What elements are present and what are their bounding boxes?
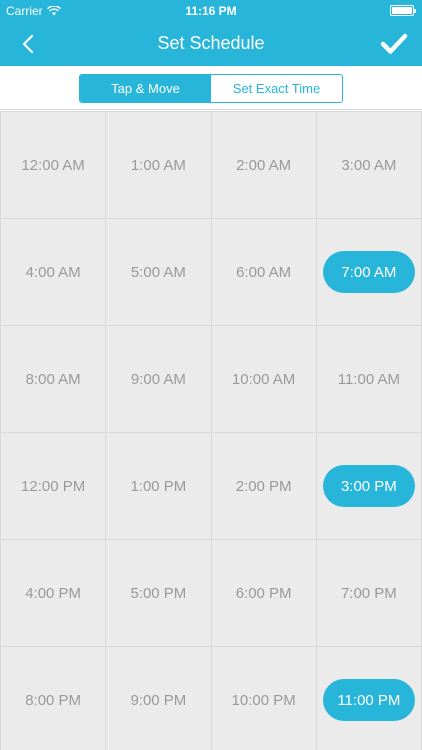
time-slot-label: 6:00 AM (236, 263, 292, 281)
time-slot-label: 1:00 AM (130, 156, 186, 174)
time-slot-label: 5:00 PM (130, 584, 187, 602)
time-slot[interactable]: 8:00 PM (1, 647, 106, 750)
time-slot[interactable]: 7:00 AM (316, 219, 421, 325)
time-slot[interactable]: 4:00 PM (1, 540, 106, 646)
tab-set-exact-time[interactable]: Set Exact Time (211, 75, 342, 102)
time-slot-label: 1:00 PM (130, 477, 187, 495)
time-slot[interactable]: 12:00 PM (1, 433, 106, 539)
time-slot[interactable]: 8:00 AM (1, 326, 106, 432)
time-slot-label: 10:00 PM (231, 691, 296, 709)
time-slot-label: 5:00 AM (130, 263, 186, 281)
time-slot[interactable]: 12:00 AM (1, 112, 106, 218)
mode-selector-bar: Tap & Move Set Exact Time (0, 66, 422, 110)
time-slot-label: 12:00 AM (21, 156, 85, 174)
time-slot[interactable]: 9:00 AM (106, 326, 211, 432)
time-slot[interactable]: 10:00 PM (211, 647, 316, 750)
time-slot[interactable]: 9:00 PM (106, 647, 211, 750)
time-slot-label-selected: 3:00 PM (322, 465, 415, 507)
time-slot-label: 4:00 AM (25, 263, 81, 281)
time-slot-label: 9:00 PM (130, 691, 187, 709)
status-bar: Carrier 11:16 PM (0, 0, 422, 22)
time-slot-label-selected: 11:00 PM (322, 679, 415, 721)
checkmark-icon (380, 33, 408, 54)
tab-tap-and-move[interactable]: Tap & Move (80, 75, 211, 102)
time-slot[interactable]: 11:00 AM (316, 326, 421, 432)
time-slot-label: 3:00 AM (341, 156, 397, 174)
time-slot[interactable]: 1:00 AM (106, 112, 211, 218)
time-slot-label: 8:00 AM (25, 370, 81, 388)
time-slot-label: 4:00 PM (25, 584, 82, 602)
time-slot-label: 2:00 AM (236, 156, 292, 174)
time-slot-label: 6:00 PM (235, 584, 292, 602)
time-slot-label: 8:00 PM (25, 691, 82, 709)
time-slot[interactable]: 1:00 PM (106, 433, 211, 539)
confirm-button[interactable] (376, 26, 412, 62)
time-slot[interactable]: 4:00 AM (1, 219, 106, 325)
time-slot[interactable]: 2:00 PM (211, 433, 316, 539)
mode-segmented-control: Tap & Move Set Exact Time (79, 74, 343, 103)
time-slot-label: 9:00 AM (130, 370, 186, 388)
time-slot-label: 11:00 AM (337, 370, 400, 388)
time-slot-label: 2:00 PM (235, 477, 292, 495)
time-slot[interactable]: 3:00 PM (316, 433, 421, 539)
time-slot[interactable]: 11:00 PM (316, 647, 421, 750)
time-slot[interactable]: 5:00 AM (106, 219, 211, 325)
status-time: 11:16 PM (185, 4, 237, 18)
time-slot[interactable]: 10:00 AM (211, 326, 316, 432)
battery-icon (390, 5, 416, 16)
time-slot[interactable]: 7:00 PM (316, 540, 421, 646)
time-slot[interactable]: 5:00 PM (106, 540, 211, 646)
time-slot-label-selected: 7:00 AM (322, 251, 415, 293)
time-slot-label: 7:00 PM (340, 584, 397, 602)
page-title: Set Schedule (157, 33, 265, 53)
app-header: Carrier 11:16 PM Set Schedule (0, 0, 422, 66)
time-slot[interactable]: 6:00 AM (211, 219, 316, 325)
time-slot[interactable]: 6:00 PM (211, 540, 316, 646)
time-slot-label: 12:00 PM (21, 477, 86, 495)
time-slot[interactable]: 3:00 AM (316, 112, 421, 218)
time-slot-label: 10:00 AM (231, 370, 296, 388)
nav-bar: Set Schedule (0, 22, 422, 66)
time-slot-grid: 12:00 AM 1:00 AM 2:00 AM 3:00 AM 4:00 AM 5:00… (0, 111, 422, 750)
time-slot[interactable]: 2:00 AM (211, 112, 316, 218)
